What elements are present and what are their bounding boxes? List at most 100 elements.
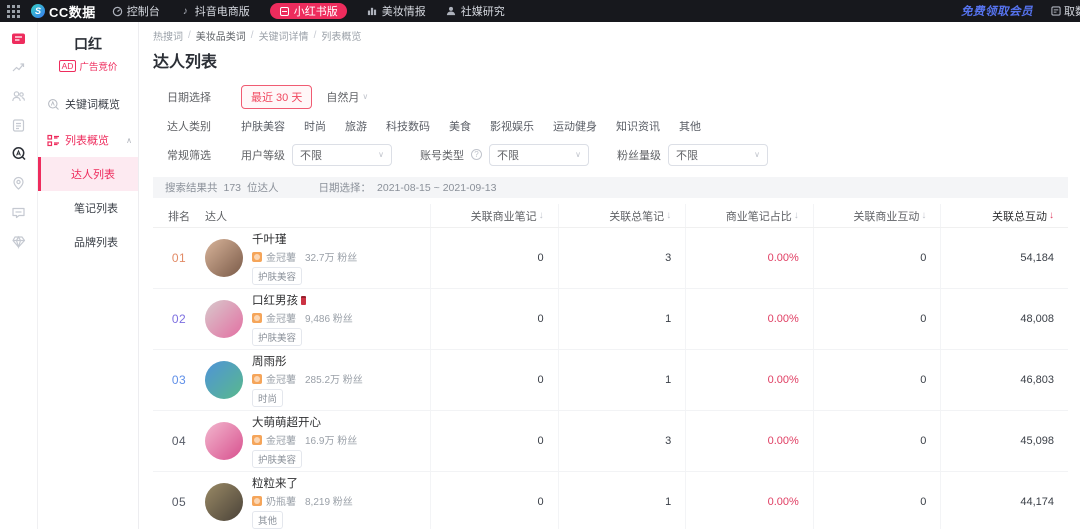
breadcrumb-beauty-category[interactable]: 美妆品类词 xyxy=(196,28,246,43)
last-30-days-button[interactable]: 最近 30 天 xyxy=(241,85,312,109)
commercial-engagement-value: 0 xyxy=(813,228,941,288)
category-chip-fitness[interactable]: 运动健身 xyxy=(553,118,597,134)
talent-name[interactable]: 大萌萌超开心 xyxy=(252,414,321,430)
talent-name[interactable]: 周雨彤 xyxy=(252,353,287,369)
breadcrumb-hot-words[interactable]: 热搜词 xyxy=(153,28,183,43)
results-summary-prefix: 搜索结果共 xyxy=(165,180,218,195)
page-title: 达人列表 xyxy=(153,48,1068,72)
nav-social-research-label: 社媒研究 xyxy=(461,3,505,19)
topbar: S CC数据 控制台 ♪ 抖音电商版 小红书版 美妆情报 社媒研究 xyxy=(0,0,1080,22)
avatar[interactable] xyxy=(205,361,243,399)
nav-console[interactable]: 控制台 xyxy=(112,3,160,19)
free-vip-link[interactable]: 免费领取会员 xyxy=(961,3,1033,19)
logo-text: CC数据 xyxy=(49,2,96,21)
music-note-icon: ♪ xyxy=(180,6,191,17)
category-chip-tech[interactable]: 科技数码 xyxy=(386,118,430,134)
col-commercial-note-ratio-sort[interactable]: 商业笔记占比↓ xyxy=(685,204,813,227)
filter-row-category: 达人类别 护肤美容 时尚 旅游 科技数码 美食 影视娱乐 运动健身 知识资讯 其… xyxy=(167,111,1068,140)
date-filter-label: 日期选择 xyxy=(167,89,229,105)
account-type-select[interactable]: 不限 ∨ xyxy=(489,144,589,166)
talent-cell: 大萌萌超开心 金冠薯 16.9万 粉丝 护肤美容 xyxy=(205,411,430,471)
category-chip-travel[interactable]: 旅游 xyxy=(345,118,367,134)
commercial-ratio-value: 0.00% xyxy=(685,472,813,529)
fans-scale-select[interactable]: 不限 ∨ xyxy=(668,144,768,166)
category-chip-entertainment[interactable]: 影视娱乐 xyxy=(490,118,534,134)
sidebar-item-brand-list[interactable]: 品牌列表 xyxy=(38,225,138,259)
talent-name[interactable]: 口红男孩 xyxy=(252,292,298,308)
total-engagement-value: 45,098 xyxy=(940,411,1068,471)
category-filter-label: 达人类别 xyxy=(167,118,229,134)
category-chip-food[interactable]: 美食 xyxy=(449,118,471,134)
followers-count: 32.7万 粉丝 xyxy=(305,249,357,264)
rail-chat-icon[interactable] xyxy=(11,204,27,220)
ad-bidding-link[interactable]: AD 广告竞价 xyxy=(38,59,138,73)
avatar[interactable] xyxy=(205,300,243,338)
commercial-ratio-value: 0.00% xyxy=(685,228,813,288)
talent-name[interactable]: 千叶瑾 xyxy=(252,231,287,247)
commercial-ratio-value: 0.00% xyxy=(685,411,813,471)
category-chip-other[interactable]: 其他 xyxy=(679,118,701,134)
table-row[interactable]: 05 粒粒来了 奶瓶薯 8,219 粉丝 其他 0 1 0.00 xyxy=(153,472,1068,529)
avatar[interactable] xyxy=(205,422,243,460)
rail-gem-icon[interactable] xyxy=(11,233,27,249)
commercial-ratio-value: 0.00% xyxy=(685,350,813,410)
table-row[interactable]: 04 大萌萌超开心 金冠薯 16.9万 粉丝 护肤美容 0 3 xyxy=(153,411,1068,472)
talent-cell: 粒粒来了 奶瓶薯 8,219 粉丝 其他 xyxy=(205,472,430,529)
person-icon xyxy=(446,6,457,17)
cc-data-logo[interactable]: S CC数据 xyxy=(31,2,96,21)
nav-douyin-ecommerce[interactable]: ♪ 抖音电商版 xyxy=(180,3,250,19)
rank-cell: 03 xyxy=(153,373,205,387)
talent-name[interactable]: 粒粒来了 xyxy=(252,475,298,491)
account-type-group: 账号类型 ? 不限 ∨ xyxy=(420,144,589,166)
table-row[interactable]: 03 周雨彤 金冠薯 285.2万 粉丝 时尚 0 1 0.00 xyxy=(153,350,1068,411)
account-type-value: 不限 xyxy=(497,147,519,163)
help-question-icon[interactable]: ? xyxy=(471,149,482,160)
level-label: 金冠薯 xyxy=(266,310,296,325)
breadcrumb-keyword-detail[interactable]: 关键词详情 xyxy=(259,28,309,43)
user-level-select[interactable]: 不限 ∨ xyxy=(292,144,392,166)
rank-cell: 01 xyxy=(153,251,205,265)
rail-trend-icon[interactable] xyxy=(11,59,27,75)
col-commercial-engagement-sort[interactable]: 关联商业互动↓ xyxy=(813,204,941,227)
commercial-notes-value: 0 xyxy=(430,228,558,288)
nav-social-research[interactable]: 社媒研究 xyxy=(446,3,505,19)
chevron-up-icon: ∧ xyxy=(126,136,134,145)
category-chip-skincare[interactable]: 护肤美容 xyxy=(241,118,285,134)
followers-count: 8,219 粉丝 xyxy=(305,493,353,508)
table-row[interactable]: 01 千叶瑾 金冠薯 32.7万 粉丝 护肤美容 0 3 0.0 xyxy=(153,228,1068,289)
sidebar-item-list-overview[interactable]: 列表概览 ∧ xyxy=(38,123,138,157)
category-chip-knowledge[interactable]: 知识资讯 xyxy=(616,118,660,134)
nav-console-label: 控制台 xyxy=(127,3,160,19)
sidebar-item-note-list[interactable]: 笔记列表 xyxy=(38,191,138,225)
category-chip-fashion[interactable]: 时尚 xyxy=(304,118,326,134)
fans-scale-group: 粉丝量级 不限 ∨ xyxy=(617,144,768,166)
rail-talent-search-icon[interactable] xyxy=(11,146,27,162)
avatar[interactable] xyxy=(205,483,243,521)
account-type-label: 账号类型 xyxy=(420,147,464,163)
avatar[interactable] xyxy=(205,239,243,277)
sidebar-item-talent-list[interactable]: 达人列表 xyxy=(38,157,138,191)
total-engagement-value: 48,008 xyxy=(940,289,1068,349)
sidebar-item-keyword-overview[interactable]: 关键词概览 xyxy=(38,87,138,121)
apps-grid-icon[interactable] xyxy=(6,4,21,19)
talent-cell: 周雨彤 金冠薯 285.2万 粉丝 时尚 xyxy=(205,350,430,410)
col-commercial-notes-sort[interactable]: 关联商业笔记↓ xyxy=(430,204,558,227)
col-total-notes-sort[interactable]: 关联总笔记↓ xyxy=(558,204,686,227)
followers-count: 9,486 粉丝 xyxy=(305,310,353,325)
talent-cell: 口红男孩 金冠薯 9,486 粉丝 护肤美容 xyxy=(205,289,430,349)
total-engagement-value: 44,174 xyxy=(940,472,1068,529)
table-row[interactable]: 02 口红男孩 金冠薯 9,486 粉丝 护肤美容 0 1 0. xyxy=(153,289,1068,350)
rail-users-icon[interactable] xyxy=(11,88,27,104)
nav-beauty-intel-label: 美妆情报 xyxy=(382,3,426,19)
nav-beauty-intel[interactable]: 美妆情报 xyxy=(367,3,426,19)
col-total-engagement-sort-active[interactable]: 关联总互动↓ xyxy=(940,204,1068,227)
rail-xiaohongshu-icon[interactable] xyxy=(11,30,27,46)
nav-xiaohongshu-active[interactable]: 小红书版 xyxy=(270,3,347,19)
data-tool-link[interactable]: 取数 xyxy=(1051,3,1080,19)
xiaohongshu-icon xyxy=(279,6,290,17)
rail-location-pin-icon[interactable] xyxy=(11,175,27,191)
level-badge-icon xyxy=(252,374,262,384)
results-summary-suffix: 位达人 xyxy=(247,180,279,195)
natural-month-dropdown[interactable]: 自然月 ∨ xyxy=(326,89,368,105)
rail-document-icon[interactable] xyxy=(11,117,27,133)
